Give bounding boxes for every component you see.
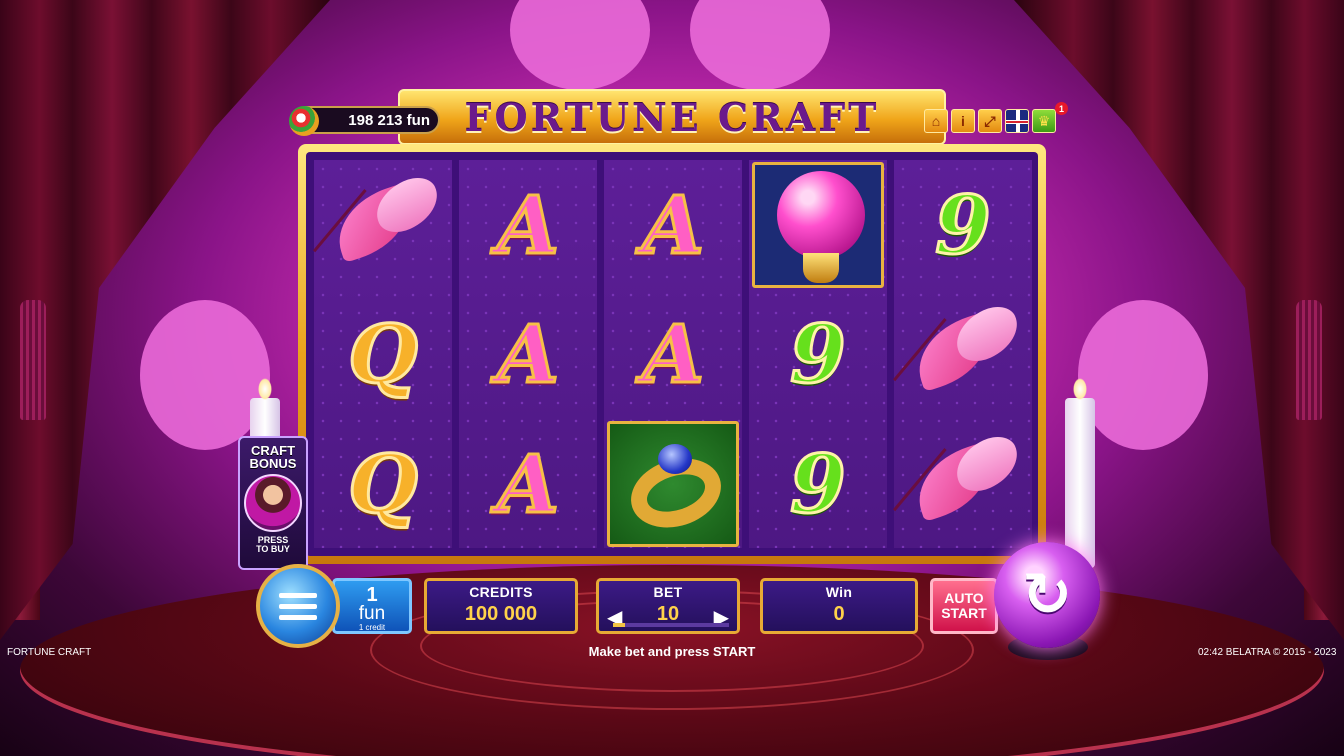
home-icon[interactable]: ⌂: [924, 109, 948, 133]
candle-right: [1065, 398, 1095, 568]
auto-start-line1: AUTO: [944, 590, 984, 606]
symbol-nine: 9: [934, 177, 993, 272]
reel-cell: 9: [894, 160, 1032, 289]
symbol-a: A: [640, 306, 705, 401]
credits-label: CREDITS: [469, 584, 533, 600]
bet-level-fill: [613, 623, 625, 627]
ring-icon: [607, 420, 739, 547]
symbol-a: A: [640, 177, 705, 272]
footer-game-name: FORTUNE CRAFT: [7, 647, 92, 658]
decor-arch-top-left: [510, 0, 650, 90]
reel-5: 9: [892, 160, 1032, 548]
credits-value: 100 000: [464, 603, 538, 625]
status-message: Make bet and press START: [588, 644, 756, 659]
win-value: 0: [833, 603, 845, 625]
reel-cell: A: [604, 289, 742, 418]
credits-panel: CREDITS 100 000: [424, 578, 578, 634]
symbol-nine: 9: [789, 436, 848, 531]
game-title: FORTUNE CRAFT: [464, 94, 880, 140]
symbol-a: A: [495, 177, 560, 272]
reel-4: 99: [749, 160, 887, 548]
footer-clock-copyright: 02:42 BELATRA © 2015 - 2023: [1198, 647, 1337, 658]
feather-icon: [892, 428, 1027, 529]
win-panel: Win 0: [760, 578, 918, 634]
fullscreen-icon[interactable]: ⤢: [978, 109, 1002, 133]
feather-symbol: [312, 160, 452, 289]
crystal-ball-icon: [752, 161, 884, 288]
reel-cell: Q: [314, 419, 452, 548]
game-logo: FORTUNE CRAFT: [398, 89, 946, 145]
paytable-icon[interactable]: i: [951, 109, 975, 133]
flame-right: [1073, 378, 1087, 400]
bet-label: BET: [653, 584, 683, 600]
menu-button[interactable]: [256, 564, 340, 648]
craft-bonus-title: CRAFT BONUS: [240, 444, 306, 470]
reel-cell: 9: [749, 289, 887, 418]
bet-level-bar: [613, 623, 729, 627]
lines-unit: fun: [358, 603, 386, 624]
feather-icon: [892, 298, 1027, 399]
spin-icon: ↻: [1021, 561, 1073, 628]
reel-1: QQ: [312, 160, 452, 548]
flame-left: [258, 378, 272, 400]
decor-arch-top-right: [690, 0, 830, 90]
top-toolbar: ⌂ i ⤢ ♛: [924, 109, 1056, 133]
lines-value: 1: [366, 584, 378, 606]
tassel-left: [20, 300, 46, 420]
reel-cell: 9: [749, 419, 887, 548]
symbol-a: A: [495, 306, 560, 401]
reel-2: AAA: [459, 160, 597, 548]
symbol-nine: 9: [789, 306, 848, 401]
reel-cell: A: [459, 289, 597, 418]
auto-start-button[interactable]: AUTO START: [930, 578, 998, 634]
auto-start-line2: START: [941, 605, 987, 621]
reel-cell: Q: [314, 289, 452, 418]
lines-sub: 1 credit: [358, 623, 386, 632]
ring-symbol: [604, 419, 742, 548]
press-line2: TO BUY: [256, 544, 290, 554]
symbol-q: Q: [347, 306, 420, 401]
uk-flag-icon[interactable]: [1005, 109, 1029, 133]
reels-area: QQAAAAA999: [306, 152, 1038, 556]
trophy-badge: 1: [1055, 102, 1068, 115]
symbol-q: Q: [347, 436, 420, 531]
reel-frame: QQAAAAA999: [298, 144, 1046, 564]
craft-bonus-press-text: PRESS TO BUY: [240, 536, 306, 554]
reel-cell: A: [459, 419, 597, 548]
symbol-a: A: [495, 436, 560, 531]
bet-panel: BET 10 ◀ ▶: [596, 578, 740, 634]
lines-selector[interactable]: 1 fun 1 credit: [332, 578, 412, 634]
feather-icon: [312, 169, 447, 270]
balance-value: 198 213 fun: [348, 111, 430, 129]
decor-arch-right: [1078, 300, 1208, 450]
game-scene: FORTUNE CRAFT 198 213 fun ⌂ i ⤢ ♛ 1 QQAA…: [0, 0, 1344, 756]
crystal-ball-symbol: [749, 160, 887, 289]
tassel-right: [1296, 300, 1322, 420]
craft-bonus-title-line2: BONUS: [249, 456, 297, 471]
craft-bonus-button[interactable]: CRAFT BONUS PRESS TO BUY: [238, 436, 308, 570]
menu-icon: [279, 592, 317, 598]
spin-button[interactable]: ↻: [994, 542, 1100, 648]
win-label: Win: [825, 584, 853, 600]
reel-cell: A: [604, 160, 742, 289]
feather-symbol: [892, 419, 1032, 548]
sorceress-avatar: [244, 474, 302, 532]
feather-symbol: [892, 289, 1032, 418]
reel-3: AA: [604, 160, 742, 548]
trophy-icon[interactable]: ♛: [1032, 109, 1056, 133]
coin-icon: [289, 106, 319, 136]
reel-cell: A: [459, 160, 597, 289]
